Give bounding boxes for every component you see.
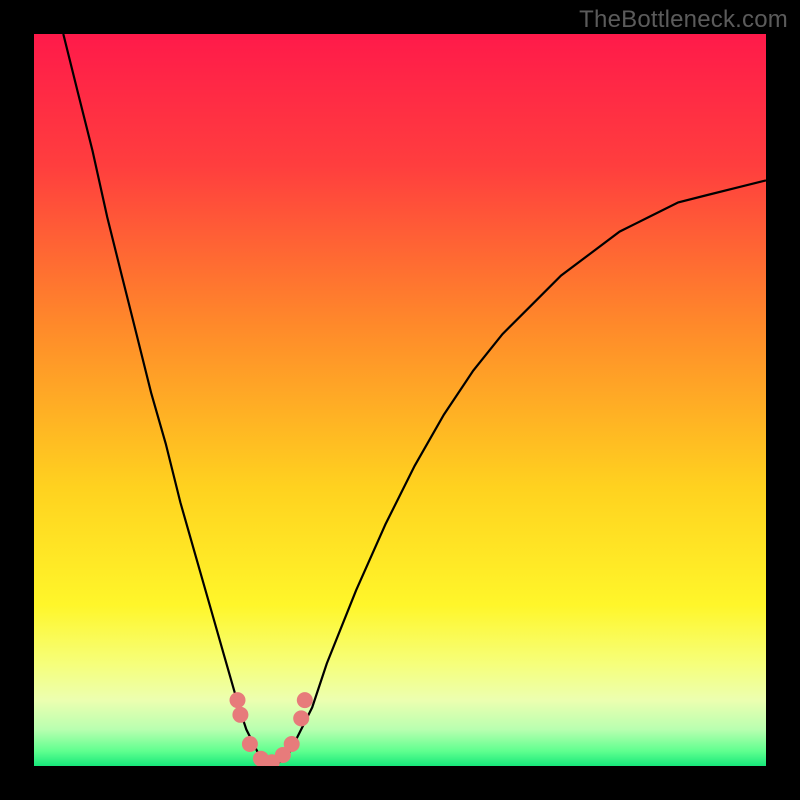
chart-frame: TheBottleneck.com	[0, 0, 800, 800]
marker-dot	[242, 736, 258, 752]
marker-dot	[284, 736, 300, 752]
marker-dot	[232, 707, 248, 723]
marker-dot	[297, 692, 313, 708]
marker-dot	[230, 692, 246, 708]
gradient-background	[34, 34, 766, 766]
watermark-text: TheBottleneck.com	[579, 6, 788, 34]
marker-dot	[293, 710, 309, 726]
bottleneck-chart	[34, 34, 766, 766]
